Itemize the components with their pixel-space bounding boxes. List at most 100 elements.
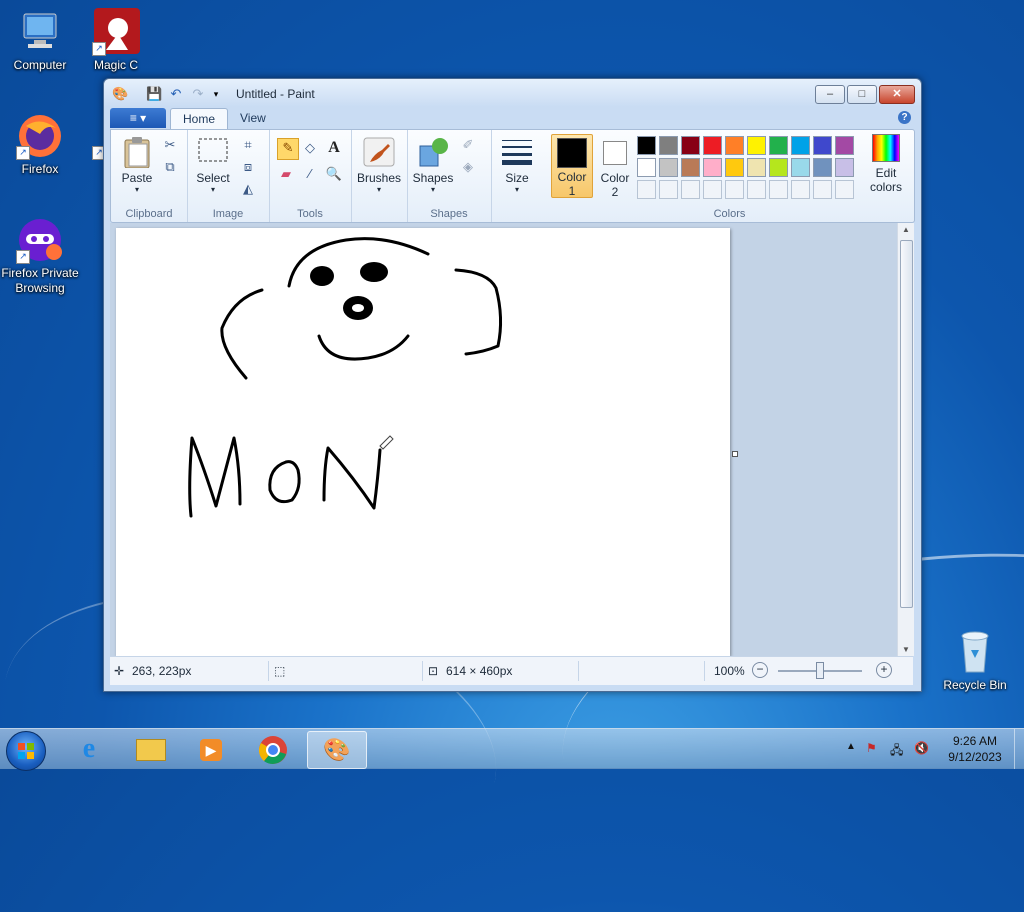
cut-icon[interactable]: ✂ — [161, 136, 179, 154]
palette-color-swatch[interactable] — [659, 136, 678, 155]
show-desktop-button[interactable] — [1014, 729, 1024, 769]
paint-app-icon[interactable]: 🎨 — [112, 86, 128, 102]
palette-color-swatch[interactable] — [725, 158, 744, 177]
palette-custom-slot[interactable] — [769, 180, 788, 199]
redo-icon[interactable]: ↷ — [190, 86, 206, 102]
select-button[interactable]: Select ▾ — [193, 136, 233, 194]
palette-color-swatch[interactable] — [681, 136, 700, 155]
palette-color-swatch[interactable] — [637, 158, 656, 177]
clock[interactable]: 9:26 AM 9/12/2023 — [940, 733, 1010, 765]
customize-qat-icon[interactable]: ▾ — [208, 86, 224, 102]
color2-button[interactable]: Color 2 — [595, 134, 635, 199]
taskbar-media-player[interactable]: ▶ — [182, 731, 240, 767]
palette-color-swatch[interactable] — [813, 158, 832, 177]
shapes-button[interactable]: Shapes ▾ — [411, 136, 455, 194]
canvas-workspace — [110, 223, 897, 656]
fill-shape-icon[interactable]: ◈ — [459, 158, 477, 176]
action-center-icon[interactable]: ⚑ — [866, 741, 877, 755]
image-group: Select ▾ ⌗ ⧈ ◭ Image — [187, 130, 270, 222]
edit-colors-button[interactable]: Edit colors — [865, 134, 907, 194]
pencil-icon[interactable]: ✎ — [277, 138, 299, 160]
palette-color-swatch[interactable] — [769, 136, 788, 155]
canvas-resize-handle[interactable] — [732, 451, 738, 457]
taskbar-internet-explorer[interactable]: e — [60, 731, 118, 767]
palette-custom-slot[interactable] — [791, 180, 810, 199]
color-picker-icon[interactable]: ⁄ — [301, 165, 319, 183]
clock-date: 9/12/2023 — [948, 750, 1002, 764]
undo-icon[interactable]: ↶ — [168, 86, 184, 102]
desktop-icon-label: Firefox Private Browsing — [1, 266, 79, 295]
palette-color-swatch[interactable] — [791, 158, 810, 177]
palette-custom-slot[interactable] — [747, 180, 766, 199]
windows-logo-icon — [18, 743, 34, 759]
taskbar-chrome[interactable] — [244, 731, 302, 767]
palette-custom-slot[interactable] — [681, 180, 700, 199]
palette-color-swatch[interactable] — [681, 158, 700, 177]
tab-view[interactable]: View — [228, 108, 278, 128]
palette-custom-slot[interactable] — [813, 180, 832, 199]
zoom-slider-thumb[interactable] — [816, 662, 824, 679]
paint-window: 🎨 💾 ↶ ↷ ▾ Untitled - Paint – □ ✕ ≡ ▾ Hom… — [103, 78, 922, 692]
face-left-eye — [310, 266, 334, 286]
file-menu-button[interactable]: ≡ ▾ — [110, 108, 166, 128]
palette-custom-slot[interactable] — [637, 180, 656, 199]
drawing-canvas[interactable] — [116, 228, 730, 656]
palette-color-swatch[interactable] — [835, 136, 854, 155]
cursor-position: 263, 223px — [132, 664, 192, 678]
palette-custom-slot[interactable] — [725, 180, 744, 199]
fill-icon[interactable]: ◇ — [301, 139, 319, 157]
taskbar-file-explorer[interactable] — [122, 731, 180, 767]
start-button[interactable] — [6, 731, 46, 771]
save-icon[interactable]: 💾 — [146, 86, 162, 102]
window-title: Untitled - Paint — [236, 87, 315, 101]
rotate-icon[interactable]: ◭ — [239, 180, 257, 198]
letter-o — [268, 460, 301, 504]
desktop-icon-computer[interactable]: Computer — [2, 8, 78, 73]
size-button[interactable]: Size ▾ — [497, 136, 537, 194]
palette-color-swatch[interactable] — [703, 158, 722, 177]
show-hidden-icons[interactable]: ▲ — [846, 741, 856, 752]
crop-icon[interactable]: ⌗ — [239, 136, 257, 154]
size-group: Size ▾ — [491, 130, 545, 222]
desktop-icon-magic[interactable]: ↗ Magic C — [78, 8, 154, 73]
title-bar[interactable]: 🎨 💾 ↶ ↷ ▾ Untitled - Paint – □ ✕ — [104, 79, 921, 107]
minimize-button[interactable]: – — [815, 85, 845, 104]
vertical-scrollbar[interactable]: ▲ ▼ — [897, 223, 914, 656]
palette-custom-slot[interactable] — [659, 180, 678, 199]
palette-color-swatch[interactable] — [703, 136, 722, 155]
palette-color-swatch[interactable] — [747, 158, 766, 177]
close-button[interactable]: ✕ — [879, 85, 915, 104]
magnifier-icon[interactable]: 🔍 — [325, 165, 343, 183]
text-icon[interactable]: A — [325, 139, 343, 157]
desktop-icon-recycle-bin[interactable]: Recycle Bin — [937, 628, 1013, 693]
scrollbar-thumb[interactable] — [900, 240, 913, 608]
palette-color-swatch[interactable] — [659, 158, 678, 177]
copy-icon[interactable]: ⧉ — [161, 158, 179, 176]
palette-color-swatch[interactable] — [637, 136, 656, 155]
color1-button[interactable]: Color 1 — [551, 134, 593, 198]
zoom-out-button[interactable]: − — [752, 662, 768, 678]
palette-custom-slot[interactable] — [835, 180, 854, 199]
palette-custom-slot[interactable] — [703, 180, 722, 199]
palette-color-swatch[interactable] — [747, 136, 766, 155]
desktop-icon-firefox-private[interactable]: ↗ Firefox Private Browsing — [0, 216, 80, 296]
eraser-icon[interactable]: ▰ — [277, 165, 295, 183]
palette-color-swatch[interactable] — [813, 136, 832, 155]
help-icon[interactable]: ? — [898, 111, 911, 124]
palette-color-swatch[interactable] — [791, 136, 810, 155]
palette-color-swatch[interactable] — [725, 136, 744, 155]
palette-color-swatch[interactable] — [835, 158, 854, 177]
volume-muted-icon[interactable]: 🔇 — [914, 741, 929, 755]
tab-home[interactable]: Home — [170, 108, 229, 129]
paste-button[interactable]: Paste ▾ — [117, 136, 157, 194]
network-icon[interactable]: 🖧 — [890, 741, 903, 762]
desktop-icon-firefox[interactable]: ↗ Firefox — [2, 112, 78, 177]
palette-color-swatch[interactable] — [769, 158, 788, 177]
resize-icon[interactable]: ⧈ — [239, 158, 257, 176]
outline-icon[interactable]: ✐ — [459, 136, 477, 154]
brushes-button[interactable]: Brushes ▾ — [355, 136, 403, 194]
zoom-in-button[interactable]: + — [876, 662, 892, 678]
taskbar-paint[interactable]: 🎨 — [307, 731, 367, 769]
status-bar: ✛ 263, 223px ⬚ ⊡ 614 × 460px 100% − + — [110, 656, 913, 685]
maximize-button[interactable]: □ — [847, 85, 877, 104]
